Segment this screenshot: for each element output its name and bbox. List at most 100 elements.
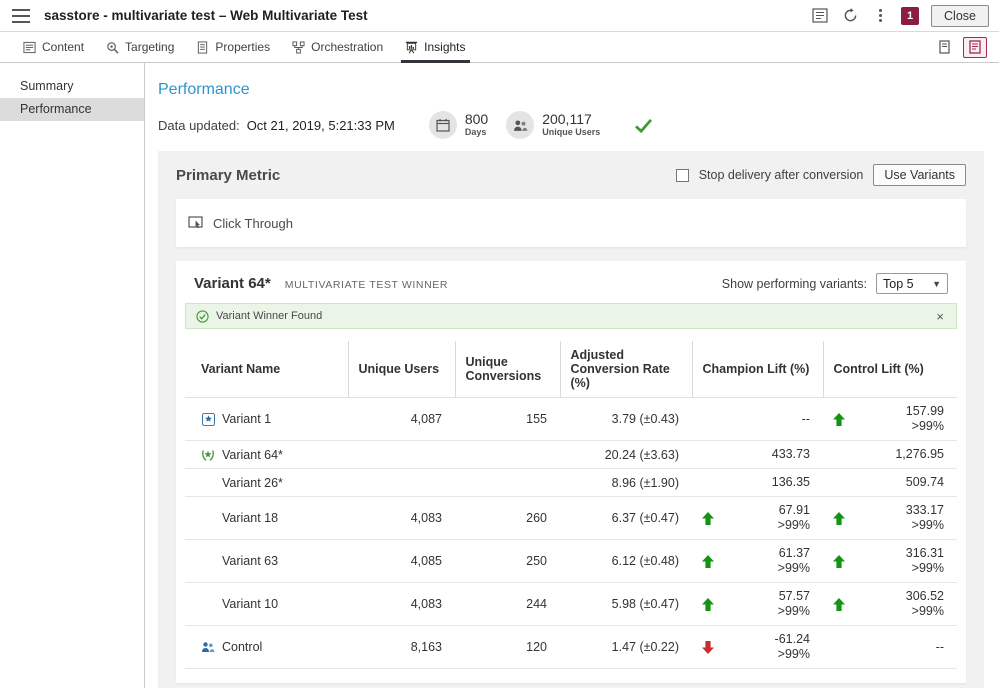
table-row: Variant 634,0852506.12 (±0.48)61.37>99%3… [185, 540, 957, 583]
lift-value: -- [802, 412, 810, 427]
variant-name-cell: Control [185, 626, 348, 669]
unique-conversions-cell [455, 441, 560, 469]
variant-name-cell: Variant 18 [185, 497, 348, 540]
variant-name: Variant 26* [222, 476, 283, 490]
more-options-icon[interactable] [871, 7, 889, 25]
col-unique-users: Unique Users [348, 341, 455, 398]
table-row: Variant 64*20.24 (±3.63)433.731,276.95 [185, 441, 957, 469]
details-panel-icon[interactable] [963, 37, 987, 58]
unique-conversions-cell: 244 [455, 583, 560, 626]
lift-value: 57.57 [779, 589, 810, 604]
lift-significance: >99% [778, 518, 810, 533]
unique-users-cell: 4,083 [348, 497, 455, 540]
metric-name: Click Through [213, 216, 293, 231]
lift-significance: >99% [912, 518, 944, 533]
control-lift-cell: 316.31>99% [823, 540, 957, 583]
close-button[interactable]: Close [931, 5, 989, 27]
lift-value: 67.91 [779, 503, 810, 518]
no-arrow [833, 476, 845, 489]
tab-properties[interactable]: Properties [185, 32, 281, 62]
check-icon [634, 118, 653, 133]
down-arrow-icon [702, 641, 714, 654]
table-row: Control8,1631201.47 (±0.22)-61.24>99%-- [185, 626, 957, 669]
no-arrow [833, 641, 845, 654]
conversion-rate-cell: 5.98 (±0.47) [560, 583, 692, 626]
unique-conversions-cell: 260 [455, 497, 560, 540]
champion-lift-cell: 136.35 [692, 469, 823, 497]
row-icon-slot [201, 597, 215, 611]
no-arrow [833, 448, 845, 461]
stop-delivery-checkbox[interactable] [676, 169, 689, 182]
chevron-down-icon: ▼ [932, 279, 941, 289]
conversion-rate-cell: 6.37 (±0.47) [560, 497, 692, 540]
data-updated-label: Data updated: [158, 118, 240, 133]
variant-name: Variant 63 [222, 554, 278, 568]
variant-name-cell: Variant 63 [185, 540, 348, 583]
unique-users-cell [348, 441, 455, 469]
alert-close-icon[interactable]: × [934, 309, 946, 324]
variant-name-cell: Variant 1 [185, 398, 348, 441]
panel-toggles [933, 32, 987, 62]
show-variants-label: Show performing variants: [722, 277, 867, 291]
row-icon-slot [201, 511, 215, 525]
primary-metric-panel: Primary Metric Stop delivery after conve… [158, 151, 984, 688]
col-champion-lift: Champion Lift (%) [692, 341, 823, 398]
lift-significance: >99% [778, 604, 810, 619]
winner-icon [201, 448, 215, 462]
conversion-rate-cell: 8.96 (±1.90) [560, 469, 692, 497]
insights-icon [405, 41, 418, 54]
variant-table-body: Variant 14,0871553.79 (±0.43)--157.99>99… [185, 398, 957, 669]
lift-value: 61.37 [779, 546, 810, 561]
main-content: Performance Data updated: Oct 21, 2019, … [145, 63, 999, 688]
lift-value: -61.24 [775, 632, 810, 647]
circle-check-icon [196, 310, 209, 323]
up-arrow-icon [702, 512, 714, 525]
star-badge-icon [201, 412, 215, 426]
winner-alert: Variant Winner Found × [185, 303, 957, 329]
data-updated-row: Data updated: Oct 21, 2019, 5:21:33 PM 8… [158, 111, 984, 139]
notes-panel-icon[interactable] [811, 7, 829, 25]
menu-icon[interactable] [12, 9, 30, 23]
lift-significance: >99% [912, 604, 944, 619]
control-users-icon [201, 640, 215, 654]
notification-badge[interactable]: 1 [901, 7, 919, 25]
unique-users-stat: 200,117 Unique Users [506, 111, 600, 139]
variant-name-cell: Variant 26* [185, 469, 348, 497]
winner-card: Variant 64* MULTIVARIATE TEST WINNER Sho… [176, 261, 966, 683]
click-through-icon [188, 216, 204, 231]
top-bar: sasstore - multivariate test – Web Multi… [0, 0, 999, 32]
lift-value: 316.31 [906, 546, 944, 561]
sidebar-item-performance[interactable]: Performance [0, 98, 144, 121]
control-lift-cell: -- [823, 626, 957, 669]
sidebar-item-summary[interactable]: Summary [0, 75, 144, 98]
users-icon [506, 111, 534, 139]
unique-users-cell: 4,087 [348, 398, 455, 441]
lift-value: 157.99 [906, 404, 944, 419]
col-variant-name: Variant Name [185, 341, 348, 398]
champion-lift-cell: -- [692, 398, 823, 441]
unique-users-cell: 8,163 [348, 626, 455, 669]
table-header-row: Variant Name Unique Users Unique Convers… [185, 341, 957, 398]
click-through-metric-card[interactable]: Click Through [176, 199, 966, 247]
table-row: Variant 26* 8.96 (±1.90)136.35 509.74 [185, 469, 957, 497]
show-variants-select[interactable]: Top 5 ▼ [876, 273, 948, 294]
tab-content[interactable]: Content [12, 32, 95, 62]
tab-targeting[interactable]: Targeting [95, 32, 185, 62]
up-arrow-icon [702, 555, 714, 568]
tab-insights[interactable]: Insights [394, 32, 476, 62]
champion-lift-cell: 67.91>99% [692, 497, 823, 540]
unique-conversions-cell: 155 [455, 398, 560, 441]
lift-significance: >99% [778, 561, 810, 576]
champion-lift-cell: 57.57>99% [692, 583, 823, 626]
tab-orchestration[interactable]: Orchestration [281, 32, 394, 62]
report-panel-icon[interactable] [933, 37, 957, 58]
summary-stats: 800 Days 200,117 Unique Users [429, 111, 653, 139]
table-row: Variant 14,0871553.79 (±0.43)--157.99>99… [185, 398, 957, 441]
lift-value: 509.74 [906, 475, 944, 490]
use-variants-button[interactable]: Use Variants [873, 164, 966, 186]
up-arrow-icon [833, 598, 845, 611]
lift-significance: >99% [778, 647, 810, 662]
refresh-icon[interactable] [841, 7, 859, 25]
variant-name-cell: Variant 64* [185, 441, 348, 469]
stop-delivery-label: Stop delivery after conversion [699, 168, 864, 182]
